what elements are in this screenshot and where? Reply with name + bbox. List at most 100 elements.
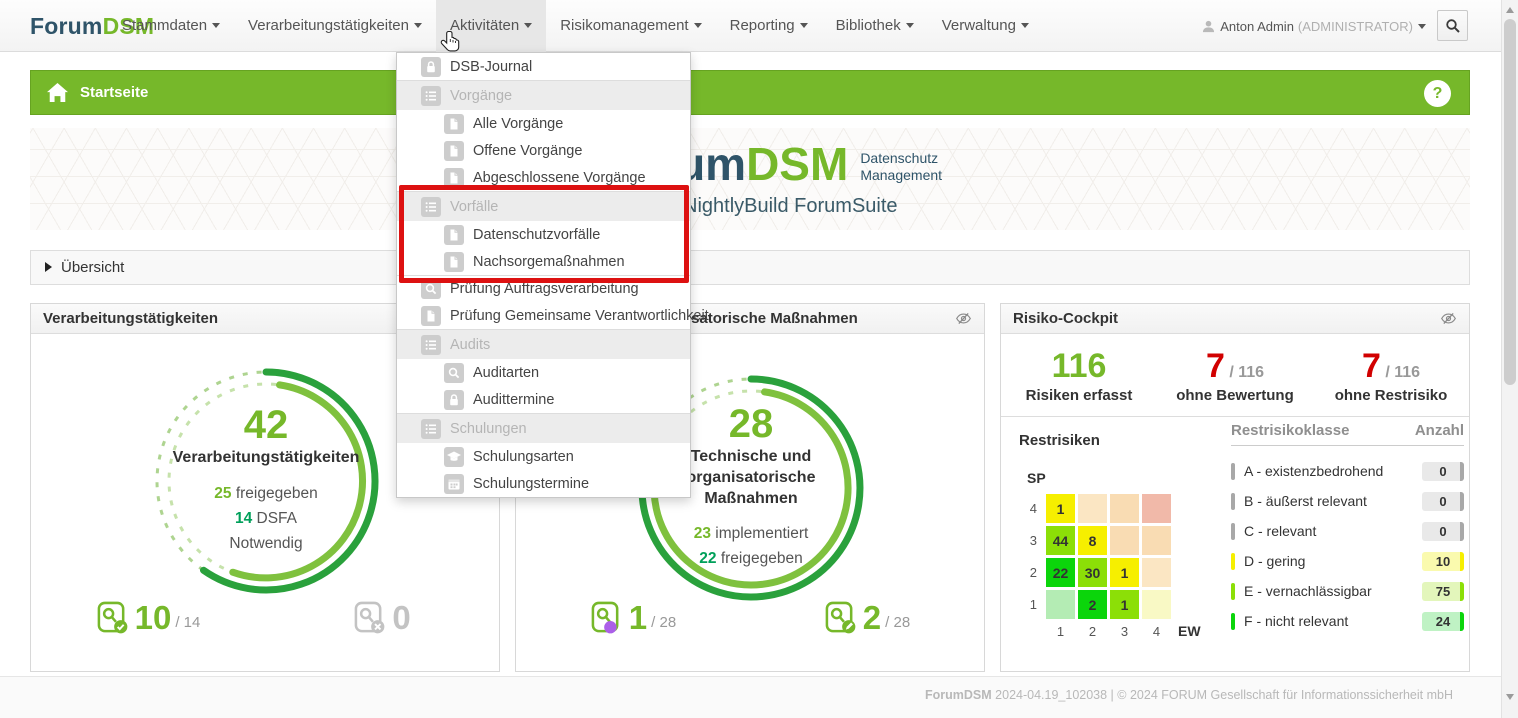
menu-verarbeitungstaetigkeiten[interactable]: Verarbeitungstätigkeiten xyxy=(234,0,436,52)
dropdown-item-audittermine[interactable]: Audittermine xyxy=(397,386,690,413)
dropdown-header-schulungen: Schulungen xyxy=(397,413,690,443)
table-row: A - existenzbedrohend 0 xyxy=(1231,456,1464,486)
stat-in-pruefung[interactable]: 2 / 28 xyxy=(750,599,984,636)
chevron-down-icon xyxy=(1021,23,1029,28)
eye-slash-icon xyxy=(1440,310,1457,327)
vertical-scrollbar[interactable] xyxy=(1501,0,1518,718)
audit-edit-icon xyxy=(824,599,857,636)
card-title: Risiko-Cockpit xyxy=(1013,304,1118,333)
lock-icon xyxy=(444,390,464,410)
donut-stats: 25 freigegeben 14 DSFA Notwendig xyxy=(214,482,317,556)
menu-risikomanagement[interactable]: Risikomanagement xyxy=(546,0,715,52)
matrix-cell: 1 xyxy=(1046,494,1075,523)
menu-verwaltung[interactable]: Verwaltung xyxy=(928,0,1043,52)
matrix-cell: 44 xyxy=(1046,526,1075,555)
stat-ohne-restrisiko[interactable]: 7 / 116 ohne Restrisiko xyxy=(1313,348,1469,404)
matrix-cell: 30 xyxy=(1078,558,1107,587)
chevron-right-icon xyxy=(45,262,52,272)
search-icon xyxy=(1445,18,1461,34)
dropdown-item-auditarten[interactable]: Auditarten xyxy=(397,359,690,386)
visibility-toggle[interactable] xyxy=(1440,310,1457,327)
search-button[interactable] xyxy=(1437,10,1468,41)
help-button[interactable] xyxy=(1424,80,1451,107)
dropdown-item-datenschutzvorfaelle[interactable]: Datenschutzvorfälle xyxy=(397,221,690,248)
card-title: Verarbeitungstätigkeiten xyxy=(43,304,218,333)
overview-toggle[interactable]: Übersicht xyxy=(30,250,1470,285)
stat-geprueft[interactable]: 10 / 14 xyxy=(31,599,265,636)
matrix-cell: 1 xyxy=(1110,558,1139,587)
matrix-cell xyxy=(1142,558,1171,587)
search-icon xyxy=(421,279,441,299)
chevron-down-icon xyxy=(524,23,532,28)
user-name: Anton Admin xyxy=(1220,19,1294,34)
document-icon xyxy=(444,225,464,245)
donut-chart-verarbeitungstaetigkeiten: 42 Verarbeitungstätigkeiten 25 freigegeb… xyxy=(146,361,386,601)
search-icon xyxy=(444,363,464,383)
donut-value: 42 xyxy=(244,405,289,445)
list-icon xyxy=(421,86,441,106)
dropdown-item-abgeschlossene-vorgaenge[interactable]: Abgeschlossene Vorgänge xyxy=(397,164,690,191)
page-header-banner: Startseite xyxy=(30,70,1470,115)
scrollbar-thumb[interactable] xyxy=(1504,19,1516,385)
hero-section: ForumDSM Datenschutz Management Die Nigh… xyxy=(30,128,1470,230)
dropdown-item-nachsorgemassnahmen[interactable]: Nachsorgemaßnahmen xyxy=(397,248,690,275)
matrix-cell: 8 xyxy=(1078,526,1107,555)
stat-ohne-bewertung[interactable]: 7 / 116 ohne Bewertung xyxy=(1157,348,1313,404)
menu-reporting[interactable]: Reporting xyxy=(716,0,822,52)
stat-risiken-erfasst[interactable]: 116 Risiken erfasst xyxy=(1001,348,1157,404)
chevron-down-icon xyxy=(800,23,808,28)
calendar-icon xyxy=(444,474,464,494)
top-navbar: ForumDSM Stammdaten Verarbeitungstätigke… xyxy=(0,0,1501,52)
menu-bibliothek[interactable]: Bibliothek xyxy=(822,0,928,52)
table-row: E - vernachlässigbar 75 xyxy=(1231,576,1464,606)
audit-check-icon xyxy=(96,599,129,636)
matrix-cell xyxy=(1110,494,1139,523)
table-header-count: Anzahl xyxy=(1415,422,1464,439)
visibility-toggle[interactable] xyxy=(955,310,972,327)
dropdown-item-dsb-journal[interactable]: DSB-Journal xyxy=(397,53,690,80)
menu-aktivitaeten[interactable]: Aktivitäten xyxy=(436,0,546,52)
dropdown-header-vorfaelle: Vorfälle xyxy=(397,191,690,221)
donut-stats: 23 implementiert 22 freigegeben xyxy=(694,522,809,572)
eye-slash-icon xyxy=(955,310,972,327)
chevron-down-icon xyxy=(906,23,914,28)
dropdown-item-pruefung-gemeinsame-verantwortlichkeit[interactable]: Prüfung Gemeinsame Verantwortlichkeit xyxy=(397,302,690,329)
menu-stammdaten[interactable]: Stammdaten xyxy=(108,0,234,52)
table-header-class: Restrisikoklasse xyxy=(1231,422,1349,439)
dropdown-item-schulungsarten[interactable]: Schulungsarten xyxy=(397,443,690,470)
matrix-cell xyxy=(1142,590,1171,619)
donut-label: Technische und organisatorische Maßnahme… xyxy=(687,447,816,509)
matrix-cell xyxy=(1046,590,1075,619)
matrix-cell xyxy=(1142,494,1171,523)
aktivitaeten-dropdown: DSB-Journal Vorgänge Alle Vorgänge Offen… xyxy=(396,52,691,498)
dropdown-item-pruefung-auftragsverarbeitung[interactable]: Prüfung Auftragsverarbeitung xyxy=(397,275,690,302)
matrix-cell xyxy=(1110,526,1139,555)
hero-tagline: Datenschutz Management xyxy=(860,150,942,187)
scroll-down-arrow[interactable] xyxy=(1506,694,1514,700)
table-row: F - nicht relevant 24 xyxy=(1231,606,1464,636)
chevron-down-icon xyxy=(212,23,220,28)
stat-in-bearbeitung[interactable]: 1 / 28 xyxy=(516,599,750,636)
footer-text: ForumDSM 2024-04.19_102038 | © 2024 FORU… xyxy=(925,688,1453,702)
card-risiko-cockpit: Risiko-Cockpit 116 Risiken erfasst 7 / 1… xyxy=(1000,303,1470,672)
restrisikoklasse-table: Restrisikoklasse Anzahl A - existenzbedr… xyxy=(1231,422,1464,636)
page-title: Startseite xyxy=(80,84,148,101)
dropdown-header-vorgaenge: Vorgänge xyxy=(397,80,690,110)
scroll-up-arrow[interactable] xyxy=(1506,7,1514,13)
table-row: D - gering 10 xyxy=(1231,546,1464,576)
stat-nicht-geprueft[interactable]: 0 xyxy=(265,599,499,636)
dropdown-item-schulungstermine[interactable]: Schulungstermine xyxy=(397,470,690,497)
dropdown-item-offene-vorgaenge[interactable]: Offene Vorgänge xyxy=(397,137,690,164)
chevron-down-icon xyxy=(1418,24,1426,29)
graduation-cap-icon xyxy=(444,447,464,467)
matrix-cell xyxy=(1142,526,1171,555)
dropdown-item-alle-vorgaenge[interactable]: Alle Vorgänge xyxy=(397,110,690,137)
footer: ForumDSM 2024-04.19_102038 | © 2024 FORU… xyxy=(0,676,1501,718)
user-menu[interactable]: Anton Admin (ADMINISTRATOR) xyxy=(1202,0,1426,52)
home-icon xyxy=(47,83,68,102)
table-row: B - äußerst relevant 0 xyxy=(1231,486,1464,516)
document-icon xyxy=(421,306,441,326)
user-role: (ADMINISTRATOR) xyxy=(1298,19,1413,34)
restrisiken-heading: Restrisiken xyxy=(1019,432,1100,449)
matrix-cell: 22 xyxy=(1046,558,1075,587)
